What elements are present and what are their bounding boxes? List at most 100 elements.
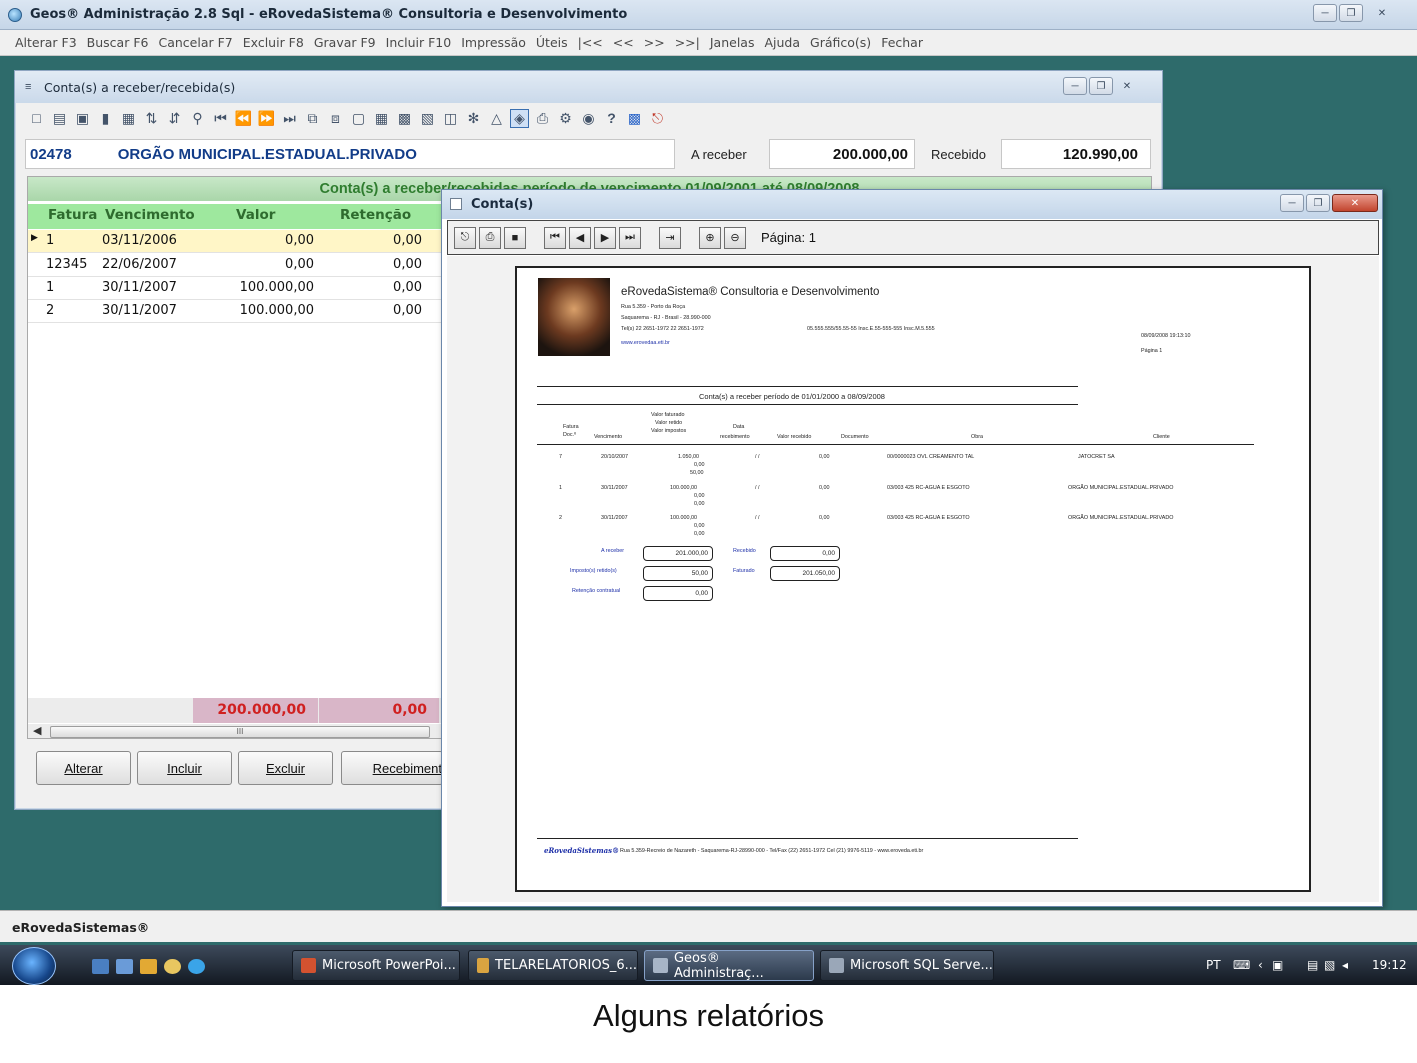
- bar-chart-icon[interactable]: ▩: [625, 109, 644, 128]
- report-cell: 100.000,00: [670, 515, 697, 521]
- browser-icon[interactable]: [164, 959, 181, 974]
- window-icon[interactable]: ▢: [349, 109, 368, 128]
- print-icon[interactable]: ⎙: [479, 226, 501, 249]
- menu-first[interactable]: |<<: [578, 35, 603, 50]
- taskbar-telarelatorios[interactable]: TELARELATORIOS_6...: [468, 950, 638, 981]
- menu-incluir[interactable]: Incluir F10: [386, 35, 452, 50]
- monitor-icon[interactable]: ▧: [1324, 958, 1335, 972]
- taskbar-sqlserver[interactable]: Microsoft SQL Serve...: [820, 950, 994, 981]
- new-icon[interactable]: □: [27, 109, 46, 128]
- print-icon[interactable]: ⎙: [533, 109, 552, 128]
- menu-impressao[interactable]: Impressão: [461, 35, 526, 50]
- first-page-icon[interactable]: ⏮: [544, 226, 566, 249]
- maximize-icon[interactable]: ❐: [1306, 194, 1330, 212]
- menu-fechar[interactable]: Fechar: [881, 35, 923, 50]
- col-fatura[interactable]: Fatura: [48, 207, 97, 223]
- col-valor[interactable]: Valor: [236, 207, 275, 223]
- settings-icon[interactable]: ⚙: [556, 109, 575, 128]
- incluir-button[interactable]: Incluir: [137, 751, 232, 785]
- cell-vencimento: 30/11/2007: [102, 280, 177, 295]
- open-icon[interactable]: ▣: [73, 109, 92, 128]
- next-record-icon[interactable]: ⏩: [257, 109, 276, 128]
- menu-uteis[interactable]: Úteis: [536, 35, 568, 50]
- copy-icon[interactable]: ▤: [50, 109, 69, 128]
- close-icon[interactable]: ✕: [1115, 77, 1139, 95]
- minimize-icon[interactable]: ─: [1063, 77, 1087, 95]
- zoom-in-icon[interactable]: ⊕: [699, 226, 721, 249]
- next-page-icon[interactable]: ▶: [594, 226, 616, 249]
- menu-buscar[interactable]: Buscar F6: [87, 35, 149, 50]
- maximize-icon[interactable]: ❐: [1339, 4, 1363, 22]
- col-retencao[interactable]: Retenção: [340, 207, 411, 223]
- menu-next[interactable]: >>: [644, 35, 665, 50]
- clock[interactable]: 19:12: [1372, 958, 1407, 972]
- sort-asc-icon[interactable]: ⇅: [142, 109, 161, 128]
- scroll-left-icon[interactable]: ◀: [33, 724, 41, 737]
- exit-icon[interactable]: ⎋: [648, 109, 667, 128]
- last-record-icon[interactable]: ⏭: [280, 109, 299, 128]
- grid-view-icon[interactable]: ▦: [372, 109, 391, 128]
- calendar-icon[interactable]: ◫: [441, 109, 460, 128]
- close-icon[interactable]: ✕: [1365, 4, 1399, 22]
- prev-record-icon[interactable]: ⏪: [234, 109, 253, 128]
- menu-janelas[interactable]: Janelas: [710, 35, 755, 50]
- start-button[interactable]: [12, 947, 56, 985]
- save-icon[interactable]: ■: [504, 226, 526, 249]
- tree-icon[interactable]: △: [487, 109, 506, 128]
- excluir-button[interactable]: Excluir: [238, 751, 333, 785]
- menu-excluir[interactable]: Excluir F8: [243, 35, 304, 50]
- scroll-thumb[interactable]: III: [50, 726, 430, 738]
- search-icon[interactable]: ⚲: [188, 109, 207, 128]
- show-desktop-icon[interactable]: [92, 959, 109, 974]
- help-icon[interactable]: ?: [602, 109, 621, 128]
- chart-scatter-icon[interactable]: ✻: [464, 109, 483, 128]
- report-icon[interactable]: ◈: [510, 108, 529, 128]
- prev-page-icon[interactable]: ◀: [569, 226, 591, 249]
- menu-last[interactable]: >>|: [675, 35, 700, 50]
- menu-gravar[interactable]: Gravar F9: [314, 35, 376, 50]
- sort-desc-icon[interactable]: ⇵: [165, 109, 184, 128]
- network-icon[interactable]: ▤: [1307, 958, 1318, 972]
- first-record-icon[interactable]: ⏮: [211, 109, 230, 128]
- goto-page-icon[interactable]: ⇥: [659, 226, 681, 249]
- media-icon[interactable]: [140, 959, 157, 974]
- volume-icon[interactable]: ◂: [1342, 958, 1348, 972]
- menu-cancelar[interactable]: Cancelar F7: [158, 35, 232, 50]
- restore-icon[interactable]: ❐: [1089, 77, 1113, 95]
- client-field[interactable]: 02478 ORGÃO MUNICIPAL.ESTADUAL.PRIVADO: [25, 139, 675, 169]
- filter-icon[interactable]: ▦: [119, 109, 138, 128]
- minimize-icon[interactable]: ─: [1280, 194, 1304, 212]
- paste-icon[interactable]: ⧈: [326, 109, 345, 128]
- taskbar-label: Geos® Administraç...: [673, 950, 764, 981]
- last-page-icon[interactable]: ⏭: [619, 226, 641, 249]
- switch-windows-icon[interactable]: [116, 959, 133, 974]
- menu-graficos[interactable]: Gráfico(s): [810, 35, 871, 50]
- spreadsheet-icon[interactable]: ▧: [418, 109, 437, 128]
- window-icon: [450, 198, 462, 210]
- chevron-left-icon[interactable]: ‹: [1258, 958, 1263, 972]
- taskbar-powerpoint[interactable]: Microsoft PowerPoi...: [292, 950, 460, 981]
- col-vencimento[interactable]: Vencimento: [105, 207, 195, 223]
- menu-alterar[interactable]: Alterar F3: [15, 35, 77, 50]
- recebimento-button[interactable]: Recebiment: [341, 751, 443, 785]
- internet-explorer-icon[interactable]: [188, 959, 205, 974]
- report-window: Conta(s) ─ ❐ ✕ ⎋ ⎙ ■ ⏮ ◀ ▶ ⏭ ⇥ ⊕ ⊖ Págin…: [441, 189, 1383, 907]
- update-icon[interactable]: ▣: [1272, 958, 1283, 972]
- minimize-icon[interactable]: ─: [1313, 4, 1337, 22]
- close-icon[interactable]: ✕: [1332, 194, 1378, 212]
- language-indicator[interactable]: PT: [1206, 958, 1221, 972]
- lock-icon[interactable]: ◉: [579, 109, 598, 128]
- duplicate-icon[interactable]: ⧉: [303, 109, 322, 128]
- menu-prev[interactable]: <<: [613, 35, 634, 50]
- alterar-button[interactable]: Alterar: [36, 751, 131, 785]
- taskbar-geos[interactable]: Geos® Administraç...: [644, 950, 814, 981]
- exit-icon[interactable]: ⎋: [454, 226, 476, 249]
- table-icon[interactable]: ▩: [395, 109, 414, 128]
- keyboard-icon[interactable]: ⌨: [1233, 958, 1250, 972]
- totals-areceber: 201.000,00: [643, 546, 713, 561]
- cell-fatura: 2: [46, 303, 55, 318]
- report-cell: 0,00: [694, 493, 705, 499]
- menu-ajuda[interactable]: Ajuda: [764, 35, 800, 50]
- zoom-out-icon[interactable]: ⊖: [724, 226, 746, 249]
- delete-icon[interactable]: ▮: [96, 109, 115, 128]
